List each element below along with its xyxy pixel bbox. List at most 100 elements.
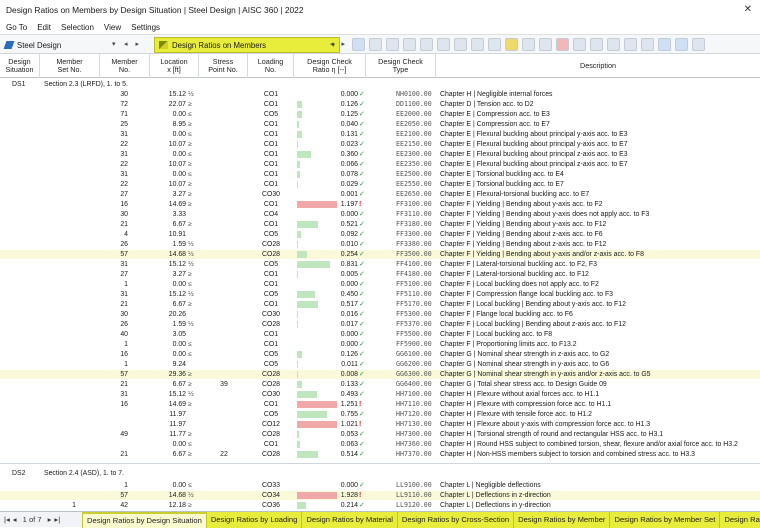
col-member-set[interactable]: MemberSet No. [40, 54, 100, 78]
table-row[interactable]: 310.00≤CO10.131✓EE2100.00Chapter E | Fle… [0, 130, 760, 139]
tab-3[interactable]: Design Ratios by Material [301, 512, 397, 528]
table-row[interactable]: 1614.69≥CO11.251!HH7110.00Chapter H | Fl… [0, 400, 760, 409]
col-member-no[interactable]: MemberNo. [100, 54, 150, 78]
result-nav-arrows[interactable]: ◂ ▸ [330, 40, 348, 48]
next-page-icon[interactable]: ▸ [48, 515, 52, 524]
close-icon[interactable]: ✕ [744, 4, 752, 15]
design-situation-row[interactable]: DS2Section 2.4 (ASD), 1. to 7. [0, 469, 760, 478]
table-row[interactable]: 3115.12½CO50.450✓FF5110.00Chapter F | Co… [0, 290, 760, 299]
table-row[interactable]: 10.00≤CO10.000✓FF5100.00Chapter F | Loca… [0, 280, 760, 289]
export-icon[interactable] [488, 38, 501, 51]
result-type-selector[interactable]: Design Ratios on Members ▾ [154, 37, 340, 53]
table-row[interactable]: 19.24CO50.011✓GG6200.00Chapter G | Nomin… [0, 360, 760, 369]
filter-icon[interactable] [352, 38, 365, 51]
col-check-type[interactable]: Design CheckType [366, 54, 436, 78]
col-stress-point[interactable]: StressPoint No. [199, 54, 248, 78]
table-row[interactable]: 3015.12½CO10.000✓NH0100.00Chapter H | Ne… [0, 90, 760, 99]
check-ok-icon: ✓ [359, 140, 367, 149]
table-row[interactable]: 160.00≤CO50.126✓GG6100.00Chapter G | Nom… [0, 350, 760, 359]
scale-icon[interactable] [624, 38, 637, 51]
values-icon[interactable] [403, 38, 416, 51]
menu-item-edit[interactable]: Edit [37, 23, 51, 32]
color-icon[interactable] [505, 38, 518, 51]
first-page-icon[interactable]: |◂ [4, 515, 10, 524]
settings-icon[interactable] [573, 38, 586, 51]
module-dropdown-icon[interactable]: ▾ [112, 40, 116, 48]
tab-4[interactable]: Design Ratios by Cross-Section [397, 512, 513, 528]
table-row[interactable]: 710.00≤CO50.125✓EE2000.00Chapter E | Com… [0, 110, 760, 119]
module-nav-arrows[interactable]: ◂ ▸ [124, 40, 142, 48]
table-row[interactable]: 3020.26CO300.016✓FF5300.00Chapter F | Fl… [0, 310, 760, 319]
delete-icon[interactable] [556, 38, 569, 51]
search-icon[interactable] [590, 38, 603, 51]
table-row[interactable]: 10.00≤CO330.000✓LL9100.00Chapter L | Neg… [0, 481, 760, 490]
table-row[interactable]: 216.67≥39CO280.133✓GG6400.00Chapter G | … [0, 380, 760, 389]
table-icon[interactable] [420, 38, 433, 51]
table-row[interactable]: 216.67≥CO10.517✓FF5170.00Chapter F | Loc… [0, 300, 760, 309]
tab-6[interactable]: Design Ratios by Member Set [609, 512, 719, 528]
columns-icon[interactable] [437, 38, 450, 51]
table-row[interactable]: 310.00≤CO10.360✓EE2300.00Chapter E | Fle… [0, 150, 760, 159]
funnel-active-icon[interactable] [675, 38, 688, 51]
more-icon[interactable] [692, 38, 705, 51]
legend-icon[interactable] [607, 38, 620, 51]
design-situation-row[interactable]: DS1Section 2.3 (LRFD), 1. to 5. [0, 80, 760, 89]
print-icon[interactable] [539, 38, 552, 51]
table-row[interactable]: 2210.07≥CO10.023✓EE2150.00Chapter E | Fl… [0, 140, 760, 149]
table-row[interactable]: 7222.07≥CO10.126✓DD1100.00Chapter D | Te… [0, 100, 760, 109]
rows-icon[interactable] [454, 38, 467, 51]
table-row[interactable]: 273.27≥CO300.001✓EE2650.00Chapter E | Fl… [0, 190, 760, 199]
menu-item-go-to[interactable]: Go To [6, 23, 27, 32]
table-row[interactable]: 5729.36≥CO280.008✓GG6300.00Chapter G | N… [0, 370, 760, 379]
grid-icon[interactable] [471, 38, 484, 51]
sort-icon[interactable] [522, 38, 535, 51]
ratio-value: 0.005 [320, 270, 358, 279]
table-row[interactable]: 5714.68½CO280.254✓FF3500.00Chapter F | Y… [0, 250, 760, 259]
table-row[interactable]: 273.27≥CO10.005✓FF4180.00Chapter F | Lat… [0, 270, 760, 279]
location-symbol: ½ [188, 320, 198, 329]
table-row[interactable]: 10.00≤CO10.000✓FF5900.00Chapter F | Prop… [0, 340, 760, 349]
table-row[interactable]: 3115.12½CO50.831✓FF4100.00Chapter F | La… [0, 260, 760, 269]
col-location[interactable]: Locationx [ft] [150, 54, 199, 78]
table-row[interactable]: 216.67≥22CO280.514✓HH7370.00Chapter H | … [0, 450, 760, 459]
col-design-situation[interactable]: DesignSituation [0, 54, 40, 78]
tab-1[interactable]: Design Ratios by Design Situation [82, 512, 206, 528]
col-loading[interactable]: LoadingNo. [248, 54, 294, 78]
table-row[interactable]: 2210.07≥CO10.029✓EE2550.00Chapter E | To… [0, 180, 760, 189]
zoom-icon[interactable] [386, 38, 399, 51]
table-row[interactable]: 11.97CO50.755✓HH7120.00Chapter H | Flexu… [0, 410, 760, 419]
table-row[interactable]: 5714.68½CO341.928!LL9110.00Chapter L | D… [0, 491, 760, 500]
table-row[interactable]: 261.59½CO280.010✓FF3380.00Chapter F | Yi… [0, 240, 760, 249]
table-row[interactable]: 3115.12½CO300.493✓HH7100.00Chapter H | F… [0, 390, 760, 399]
table-row[interactable]: 1614.69≥CO11.197!FF3100.00Chapter F | Yi… [0, 200, 760, 209]
prev-page-icon[interactable]: ◂ [13, 515, 17, 524]
table-row[interactable]: 4911.77≥CO280.053✓HH7300.00Chapter H | T… [0, 430, 760, 439]
member-no-cell: 21 [100, 450, 128, 459]
col-description[interactable]: Description [436, 54, 760, 78]
table-row[interactable]: 261.59½CO280.017✓FF5370.00Chapter F | Lo… [0, 320, 760, 329]
funnel-icon[interactable] [658, 38, 671, 51]
col-ratio[interactable]: Design CheckRatio η [--] [294, 54, 366, 78]
select-icon[interactable] [369, 38, 382, 51]
table-row[interactable]: 11.97CO121.021!HH7130.00Chapter H | Flex… [0, 420, 760, 429]
ratio-bar [297, 431, 299, 438]
menu-item-view[interactable]: View [104, 23, 121, 32]
table-row[interactable]: 303.33CO40.000✓FF3110.00Chapter F | Yiel… [0, 210, 760, 219]
tab-5[interactable]: Design Ratios by Member [513, 512, 609, 528]
table-row[interactable]: 2210.07≥CO10.066✓EE2350.00Chapter E | Fl… [0, 160, 760, 169]
table-row[interactable]: 0.00≤CO10.063✓HH7360.00Chapter H | Round… [0, 440, 760, 449]
module-selector[interactable]: Steel Design [2, 38, 112, 52]
table-row[interactable]: 216.67≥CO10.521✓FF3180.00Chapter F | Yie… [0, 220, 760, 229]
last-page-icon[interactable]: ▸| [54, 515, 60, 524]
tab-7[interactable]: Design Ratic [719, 512, 760, 528]
table-row[interactable]: 403.05CO10.000✓FF5500.00Chapter F | Loca… [0, 330, 760, 339]
table-row[interactable]: 410.91CO50.092✓FF3300.00Chapter F | Yiel… [0, 230, 760, 239]
table-row[interactable]: 258.95≥CO10.040✓EE2050.00Chapter E | Com… [0, 120, 760, 129]
check-type-cell: DD1100.00 [396, 100, 436, 109]
visibility-icon[interactable] [641, 38, 654, 51]
menu-item-selection[interactable]: Selection [61, 23, 94, 32]
menu-item-settings[interactable]: Settings [131, 23, 160, 32]
table-row[interactable]: 14212.18≥CO360.214✓LL9120.00Chapter L | … [0, 501, 760, 510]
table-row[interactable]: 310.00≤CO10.078✓EE2500.00Chapter E | Tor… [0, 170, 760, 179]
tab-2[interactable]: Design Ratios by Loading [206, 512, 302, 528]
